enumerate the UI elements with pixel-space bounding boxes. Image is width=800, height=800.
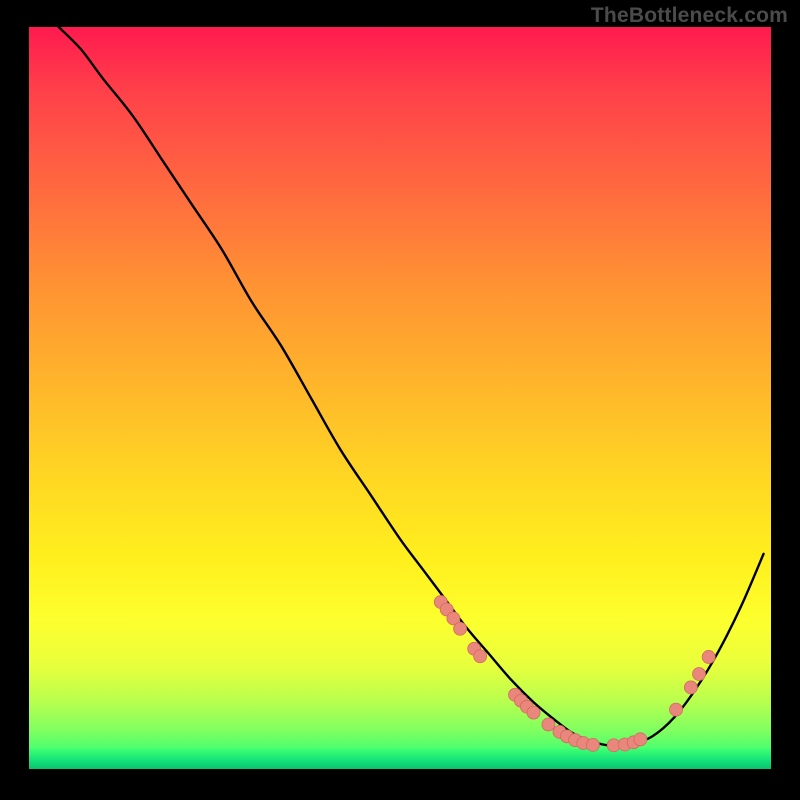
data-marker — [634, 733, 647, 746]
data-marker — [586, 738, 599, 751]
data-marker — [474, 650, 487, 663]
data-marker — [684, 681, 697, 694]
data-marker — [693, 668, 706, 681]
data-marker — [527, 706, 540, 719]
chart-overlay — [29, 27, 771, 769]
data-marker — [454, 622, 467, 635]
marker-group — [434, 596, 715, 752]
data-marker — [702, 650, 715, 663]
bottleneck-curve — [59, 27, 764, 746]
chart-frame — [29, 27, 771, 769]
data-marker — [542, 718, 555, 731]
plot-area — [29, 27, 771, 769]
data-marker — [670, 703, 683, 716]
attribution-text: TheBottleneck.com — [591, 4, 788, 28]
